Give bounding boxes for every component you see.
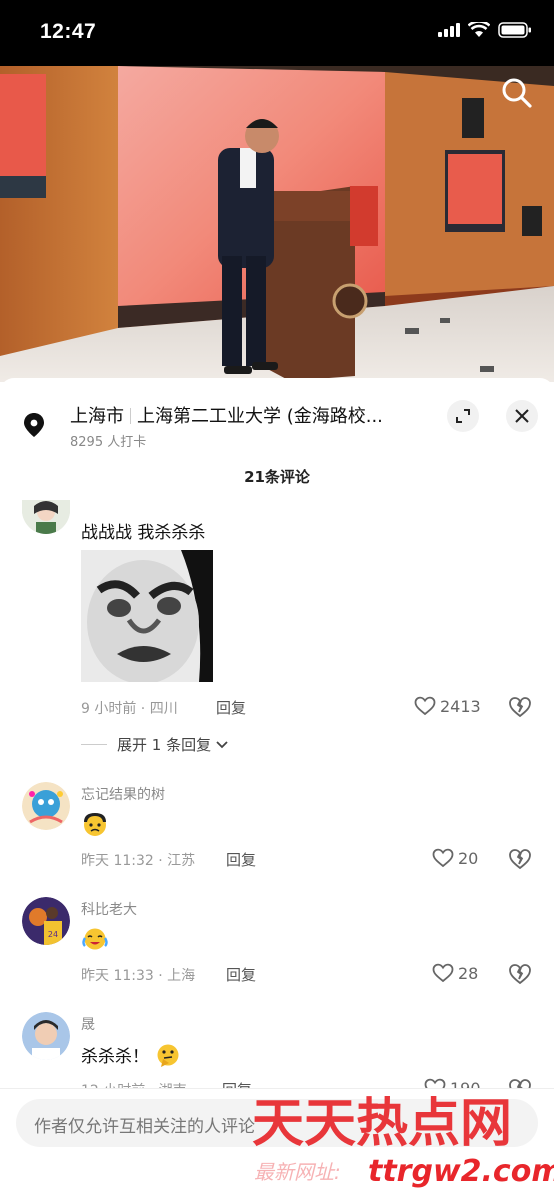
expand-button[interactable]	[447, 400, 479, 432]
wifi-icon	[468, 22, 490, 37]
comment-meta: 昨天 11:32 · 江苏	[81, 853, 196, 869]
comment-item: 24 科比老大 昨天 11:33 · 上海 回复 28	[0, 897, 554, 997]
dislike-button[interactable]	[508, 963, 532, 985]
like-count: 2413	[440, 696, 481, 716]
reply-button[interactable]: 回复	[216, 697, 246, 718]
like-button[interactable]: 20	[432, 848, 478, 868]
comment-username[interactable]: 晟	[81, 1014, 95, 1034]
expand-replies-label: 展开 1 条回复	[117, 736, 212, 754]
comment-sheet: 上海市 上海第二工业大学 (金海路校... 8295 人打卡 21条评论 战战战…	[0, 378, 554, 1199]
location-separator	[130, 408, 131, 424]
reply-button[interactable]: 回复	[226, 964, 256, 985]
watermark-url-label: 最新网址:	[254, 1160, 341, 1184]
avatar[interactable]	[22, 500, 70, 534]
comment-input-placeholder: 作者仅允许互相关注的人评论	[34, 1117, 255, 1137]
search-icon	[502, 78, 532, 108]
like-count: 20	[458, 848, 479, 868]
emoji-sticker-icon	[84, 813, 106, 836]
watermark-logo: 天天热点网 最新网址: ttrgw2.com	[252, 1094, 554, 1189]
reply-button[interactable]: 回复	[226, 849, 256, 870]
close-icon	[515, 409, 529, 423]
comment-item: 忘记结果的树 昨天 11:32 · 江苏 回复 20	[0, 782, 554, 882]
status-time: 12:47	[40, 20, 97, 43]
broken-heart-icon	[509, 849, 531, 870]
expand-icon	[456, 409, 470, 423]
battery-icon	[498, 22, 531, 38]
avatar-image: 24	[22, 897, 70, 945]
comment-input-bar: 作者仅允许互相关注的人评论 天天热点网 最新网址: ttrgw2.com	[0, 1088, 554, 1199]
comment-item: 晟 杀杀杀！ 12 小时前 · 湖南 回复 190	[0, 1012, 554, 1100]
svg-text:24: 24	[48, 930, 58, 939]
close-button[interactable]	[506, 400, 538, 432]
location-header[interactable]: 上海市 上海第二工业大学 (金海路校... 8295 人打卡	[0, 378, 554, 458]
broken-heart-icon	[509, 697, 531, 718]
location-title: 上海市 上海第二工业大学 (金海路校...	[70, 402, 415, 428]
avatar[interactable]	[22, 1012, 70, 1060]
heart-icon	[432, 963, 454, 983]
video-frame-image	[0, 66, 554, 382]
heart-icon	[432, 848, 454, 868]
search-button[interactable]	[500, 76, 534, 110]
comment-username[interactable]: 科比老大	[81, 899, 137, 919]
avatar-image	[22, 1012, 70, 1060]
expand-replies-button[interactable]: 展开 1 条回复	[81, 734, 229, 755]
watermark-brand: 天天热点网	[252, 1094, 512, 1154]
watermark: 天天热点网 最新网址: ttrgw2.com	[250, 1089, 554, 1199]
thinking-emoji-icon	[157, 1044, 179, 1067]
signal-icon	[438, 23, 460, 37]
comment-text: 战战战 我杀杀杀	[81, 523, 206, 543]
comment-item: 战战战 我杀杀杀 9 小时前 · 四川 回复 2413 展开 1 条回复	[0, 500, 554, 760]
comment-username[interactable]: 忘记结果的树	[81, 784, 165, 804]
like-button[interactable]: 28	[432, 963, 478, 983]
status-icons	[438, 22, 532, 38]
dislike-button[interactable]	[508, 696, 532, 718]
like-button[interactable]: 2413	[414, 696, 481, 716]
heart-icon	[414, 696, 436, 716]
watermark-url: ttrgw2.com	[368, 1154, 554, 1189]
avatar-image	[22, 500, 70, 534]
checkin-count: 8295 人打卡	[70, 435, 147, 450]
chevron-down-icon	[216, 740, 228, 748]
status-bar: 12:47	[0, 0, 554, 66]
comment-meta: 9 小时前 · 四川	[81, 701, 178, 717]
dislike-button[interactable]	[508, 848, 532, 870]
avatar[interactable]	[22, 782, 70, 830]
like-count: 28	[458, 963, 479, 983]
location-place: 上海第二工业大学 (金海路校...	[137, 406, 383, 427]
sticker-image	[81, 550, 213, 684]
avatar[interactable]: 24	[22, 897, 70, 945]
crying-emoji-icon	[82, 928, 108, 950]
location-city: 上海市	[70, 406, 124, 427]
comments-count: 21条评论	[244, 468, 310, 486]
avatar-image	[22, 782, 70, 830]
divider-line	[81, 744, 107, 745]
video-player[interactable]	[0, 66, 554, 382]
broken-heart-icon	[509, 964, 531, 985]
location-pin-icon	[24, 413, 44, 437]
comment-text: 杀杀杀！	[81, 1042, 181, 1067]
comment-text-label: 杀杀杀！	[81, 1047, 149, 1067]
comment-meta: 昨天 11:33 · 上海	[81, 968, 196, 984]
